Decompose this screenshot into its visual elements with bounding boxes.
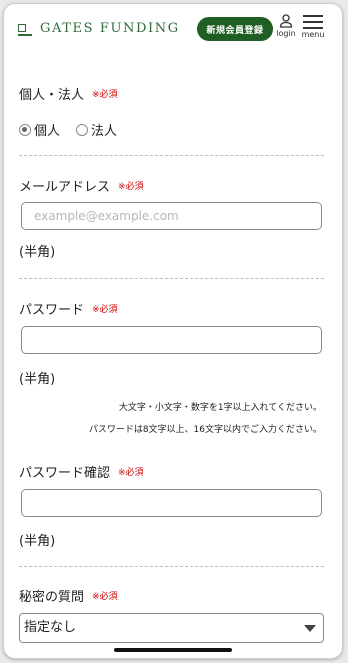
home-indicator bbox=[114, 648, 232, 652]
divider bbox=[19, 566, 324, 567]
password-note-1: 大文字・小文字・数字を1字以上入れてください。 bbox=[118, 403, 322, 413]
user-icon bbox=[279, 14, 293, 28]
radio-corporate-indicator[interactable] bbox=[76, 123, 89, 136]
type-label-row: 個人・法人 ※必須 bbox=[19, 84, 118, 103]
login-label: login bbox=[276, 29, 296, 38]
password-confirm-hint: (半角) bbox=[19, 534, 56, 549]
secret-question-label: 秘密の質問 bbox=[19, 590, 85, 605]
password-confirm-label: パスワード確認 bbox=[19, 466, 111, 481]
required-badge: ※必須 bbox=[92, 592, 118, 602]
email-placeholder: example@example.com bbox=[34, 209, 179, 223]
password-note-2: パスワードは8文字以上、16文字以内でご入力ください。 bbox=[88, 425, 322, 435]
password-field[interactable] bbox=[21, 326, 322, 354]
logo-text: GATES FUNDING bbox=[40, 21, 180, 36]
phone-frame: GATES FUNDING 新規会員登録 login menu 個人・法人 ※必須… bbox=[3, 3, 343, 659]
email-field[interactable]: example@example.com bbox=[21, 202, 322, 230]
site-logo[interactable]: GATES FUNDING bbox=[18, 21, 180, 36]
menu-button[interactable]: menu bbox=[300, 14, 326, 39]
password-confirm-field[interactable] bbox=[21, 489, 322, 517]
password-label: パスワード bbox=[19, 303, 85, 318]
site-header: GATES FUNDING 新規会員登録 login menu bbox=[4, 4, 342, 54]
radio-corporate-label: 法人 bbox=[91, 124, 118, 139]
password-confirm-label-row: パスワード確認 ※必須 bbox=[19, 462, 144, 481]
dropdown-arrow-icon bbox=[304, 625, 316, 632]
required-badge: ※必須 bbox=[92, 305, 118, 315]
register-button[interactable]: 新規会員登録 bbox=[197, 17, 273, 41]
secret-question-label-row: 秘密の質問 ※必須 bbox=[19, 586, 118, 605]
password-label-row: パスワード ※必須 bbox=[19, 299, 118, 318]
required-badge: ※必須 bbox=[92, 90, 118, 100]
email-label-row: メールアドレス ※必須 bbox=[19, 176, 144, 195]
radio-individual[interactable]: 個人 bbox=[19, 120, 60, 139]
required-badge: ※必須 bbox=[118, 182, 144, 192]
type-label: 個人・法人 bbox=[19, 88, 85, 103]
menu-label: menu bbox=[301, 30, 325, 39]
radio-individual-indicator[interactable] bbox=[19, 123, 31, 136]
email-hint: (半角) bbox=[19, 245, 56, 260]
type-radio-group: 個人 法人 bbox=[19, 120, 117, 139]
radio-corporate[interactable]: 法人 bbox=[76, 120, 117, 139]
secret-question-value: 指定なし bbox=[24, 620, 77, 635]
email-label: メールアドレス bbox=[19, 180, 111, 195]
divider bbox=[19, 155, 324, 156]
login-button[interactable]: login bbox=[275, 14, 297, 38]
divider bbox=[19, 278, 324, 279]
required-badge: ※必須 bbox=[118, 468, 144, 478]
password-hint: (半角) bbox=[19, 372, 56, 387]
radio-individual-label: 個人 bbox=[34, 124, 61, 139]
logo-mark-icon bbox=[18, 22, 32, 36]
secret-question-select[interactable]: 指定なし bbox=[19, 613, 324, 643]
hamburger-icon bbox=[300, 14, 326, 29]
